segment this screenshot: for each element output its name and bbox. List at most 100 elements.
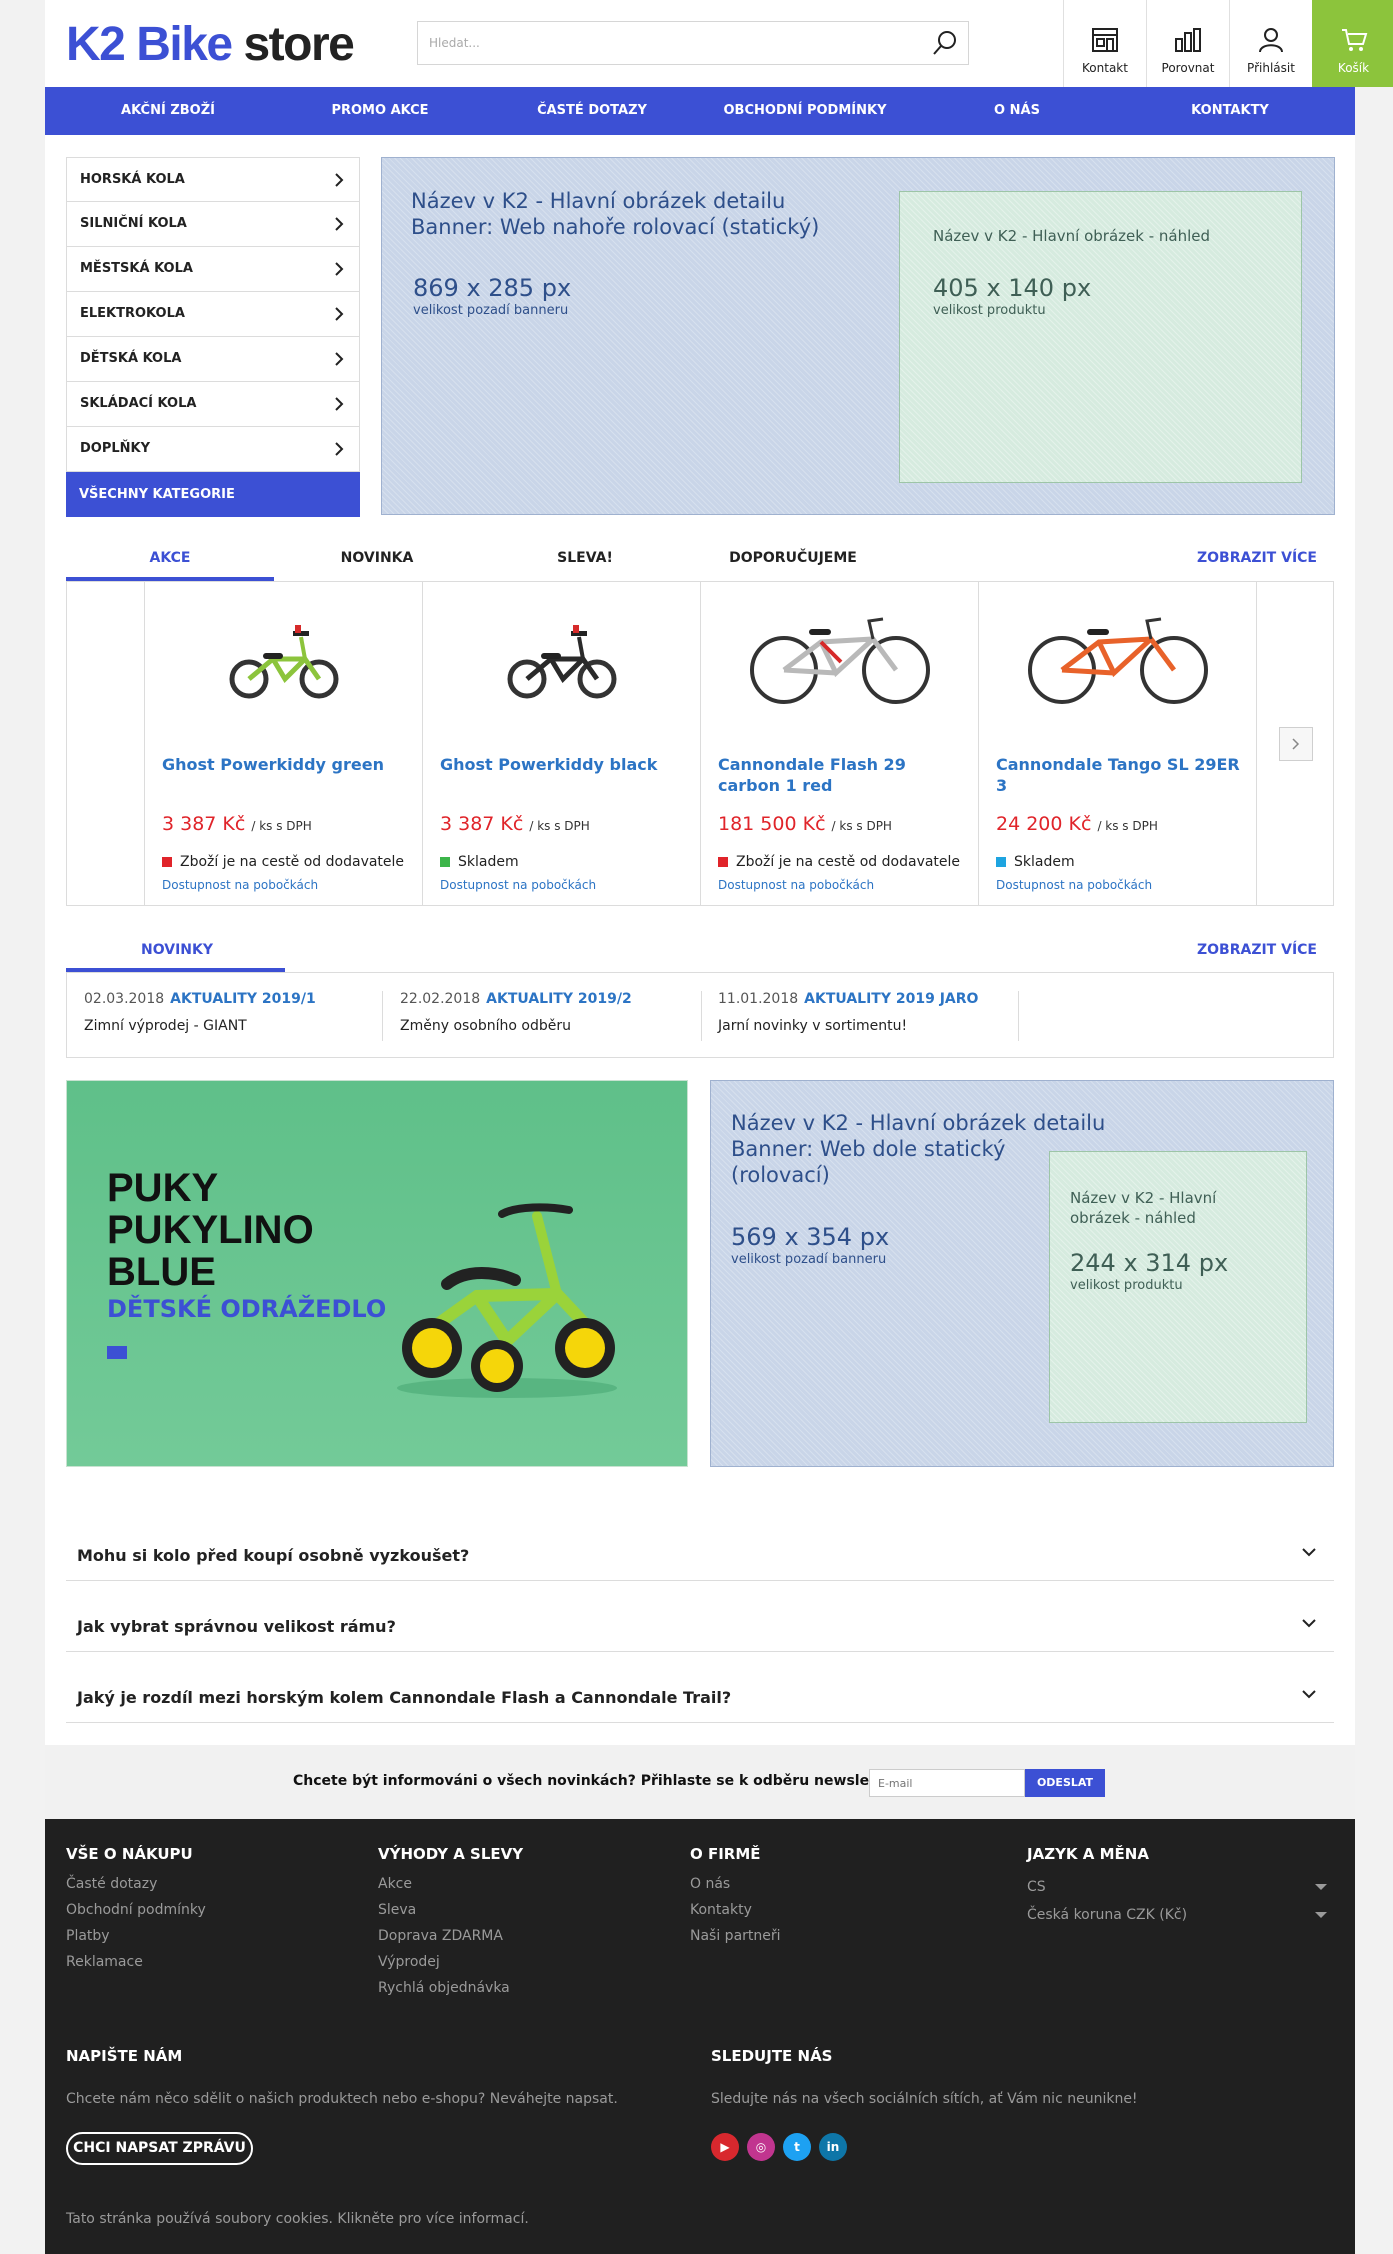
footer-link[interactable]: Sleva [378,1897,523,1923]
compare-label: Porovnat [1161,61,1215,75]
logo[interactable]: K2 Bike store [66,16,355,74]
twitter-icon[interactable]: t [783,2133,811,2161]
sidebar-all-categories[interactable]: VŠECHNY KATEGORIE [66,472,360,517]
product-card[interactable]: Ghost Powerkiddy black 3 387 Kč / ks s DP… [423,582,701,905]
instagram-icon[interactable]: ◎ [747,2133,775,2161]
sidebar-item-silnicni-kola[interactable]: SILNIČNÍ KOLA [66,202,360,247]
footer-column-title: O FIRMĚ [690,1845,761,1863]
top-banner[interactable]: Název v K2 - Hlavní obrázek detailu Bann… [381,157,1335,515]
nav-kontakty[interactable]: KONTAKTY [1191,87,1269,135]
login-button[interactable]: Přihlásit [1229,0,1312,87]
sidebar-item-label: DĚTSKÁ KOLA [80,351,182,366]
faq-item[interactable]: Jak vybrat správnou velikost rámu? [66,1581,1334,1652]
nav-caste-dotazy[interactable]: ČASTÉ DOTAZY [537,87,647,135]
write-message-button[interactable]: CHCI NAPSAT ZPRÁVU [66,2132,253,2165]
nav-akcni-zbozi[interactable]: AKČNÍ ZBOŽÍ [121,87,215,135]
availability-link[interactable]: Dostupnost na pobočkách [996,878,1152,892]
product-name[interactable]: Ghost Powerkiddy green [162,754,412,775]
newsletter-submit-button[interactable]: ODESLAT [1025,1769,1105,1797]
carousel-next-button[interactable] [1279,727,1313,761]
footer-link[interactable]: Akce [378,1871,523,1897]
faq-item[interactable]: Jaký je rozdíl mezi horským kolem Cannon… [66,1652,1334,1723]
footer-link[interactable]: Rychlá objednávka [378,1975,523,2001]
footer-column-vyhody: VÝHODY A SLEVY Akce Sleva Doprava ZDARMA… [378,1845,523,2001]
tab-novinka[interactable]: NOVINKA [341,550,414,566]
footer-link[interactable]: Naši partneři [690,1923,781,1949]
youtube-icon[interactable]: ▶ [711,2133,739,2161]
cookie-notice[interactable]: Tato stránka používá soubory cookies. Kl… [66,2211,529,2227]
availability-link[interactable]: Dostupnost na pobočkách [162,878,318,892]
product-price-unit: / ks s DPH [529,819,590,833]
sidebar-item-elektrokola[interactable]: ELEKTROKOLA [66,292,360,337]
bottom-banner[interactable]: Název v K2 - Hlavní obrázek detailu Bann… [710,1080,1334,1467]
footer-link[interactable]: Platby [66,1923,206,1949]
footer-link[interactable]: O nás [690,1871,781,1897]
availability-link[interactable]: Dostupnost na pobočkách [718,878,874,892]
logo-suffix: store [243,18,354,71]
product-price-value: 3 387 Kč [162,813,246,835]
tab-akce[interactable]: AKCE [150,550,191,566]
puky-title-line2: PUKYLINO [107,1208,314,1252]
news-item[interactable]: 11.01.2018 AKTUALITY 2019 JARO Jarní novi… [718,991,978,1041]
language-select[interactable]: CS [1027,1873,1327,1901]
show-more-link[interactable]: ZOBRAZIT VÍCE [1197,550,1317,566]
news-item[interactable]: 22.02.2018 AKTUALITY 2019/2 Změny osobníh… [400,991,632,1041]
footer-link[interactable]: Časté dotazy [66,1871,206,1897]
product-price: 24 200 Kč / ks s DPH [996,813,1158,835]
newsletter-bar: Chcete být informováni o všech novinkách… [45,1745,1355,1819]
nav-obchodni-podminky[interactable]: OBCHODNÍ PODMÍNKY [724,87,887,135]
sidebar-item-doplnky[interactable]: DOPLŇKY [66,427,360,472]
slide-indicator[interactable] [107,1346,127,1359]
news-item[interactable]: 02.03.2018 AKTUALITY 2019/1 Zimní výprode… [84,991,316,1041]
product-name[interactable]: Cannondale Tango SL 29ER 3 [996,754,1246,796]
product-price-value: 24 200 Kč [996,813,1092,835]
product-card[interactable]: Ghost Powerkiddy green 3 387 Kč / ks s DP… [145,582,423,905]
tab-doporucujeme[interactable]: DOPORUČUJEME [729,550,857,566]
search-icon[interactable] [930,28,960,58]
product-card[interactable]: Cannondale Tango SL 29ER 3 24 200 Kč / ks… [979,582,1257,905]
preview-title-line2: obrázek - náhled [1070,1209,1196,1227]
availability-link[interactable]: Dostupnost na pobočkách [440,878,596,892]
product-name[interactable]: Ghost Powerkiddy black [440,754,690,775]
tab-novinky[interactable]: NOVINKY [141,942,213,958]
sidebar-item-horska-kola[interactable]: HORSKÁ KOLA [66,157,360,202]
currency-select[interactable]: Česká koruna CZK (Kč) [1027,1901,1327,1929]
nav-promo-akce[interactable]: PROMO AKCE [331,87,428,135]
main-nav: AKČNÍ ZBOŽÍ PROMO AKCE ČASTÉ DOTAZY OBCH… [45,87,1355,135]
currency-value: Česká koruna CZK (Kč) [1027,1907,1188,1923]
puky-banner[interactable]: PUKY PUKYLINO BLUE DĚTSKÉ ODRÁŽEDLO [66,1080,688,1467]
stock-status: Zboží je na cestě od dodavatele [162,854,404,870]
linkedin-icon[interactable]: in [819,2133,847,2161]
news-meta: 22.02.2018 AKTUALITY 2019/2 [400,991,632,1007]
preview-title-line1: Název v K2 - Hlavní [1070,1189,1217,1207]
stock-status: Skladem [996,854,1075,870]
footer-link[interactable]: Kontakty [690,1897,781,1923]
contact-button[interactable]: Kontakt [1063,0,1146,87]
tab-sleva[interactable]: SLEVA! [557,550,613,566]
sidebar-item-mestska-kola[interactable]: MĚSTSKÁ KOLA [66,247,360,292]
footer-link[interactable]: Obchodní podmínky [66,1897,206,1923]
banner-size: 869 x 285 px [413,274,572,302]
footer-link[interactable]: Doprava ZDARMA [378,1923,523,1949]
product-name[interactable]: Cannondale Flash 29 carbon 1 red [718,754,968,796]
sidebar-item-skladaci-kola[interactable]: SKLÁDACÍ KOLA [66,382,360,427]
compare-button[interactable]: Porovnat [1146,0,1229,87]
cart-icon [1341,29,1367,51]
show-more-news-link[interactable]: ZOBRAZIT VÍCE [1197,942,1317,958]
stock-indicator [718,857,728,867]
news-meta: 02.03.2018 AKTUALITY 2019/1 [84,991,316,1007]
faq-item[interactable]: Mohu si kolo před koupí osobně vyzkoušet… [66,1510,1334,1581]
kids-balance-bike-image [397,1203,617,1398]
cart-button[interactable]: Košík [1312,0,1393,87]
footer-link[interactable]: Reklamace [66,1949,206,1975]
product-price: 181 500 Kč / ks s DPH [718,813,892,835]
nav-o-nas[interactable]: O NÁS [994,87,1040,135]
search-input[interactable] [418,22,898,64]
product-card[interactable]: Cannondale Flash 29 carbon 1 red 181 500… [701,582,979,905]
sidebar-item-detska-kola[interactable]: DĚTSKÁ KOLA [66,337,360,382]
footer-link[interactable]: Výprodej [378,1949,523,1975]
newsletter-email-input[interactable] [869,1769,1025,1797]
banner-product-preview: Název v K2 - Hlavní obrázek - náhled 244… [1049,1151,1307,1423]
search-box [417,21,969,65]
product-price-unit: / ks s DPH [831,819,892,833]
